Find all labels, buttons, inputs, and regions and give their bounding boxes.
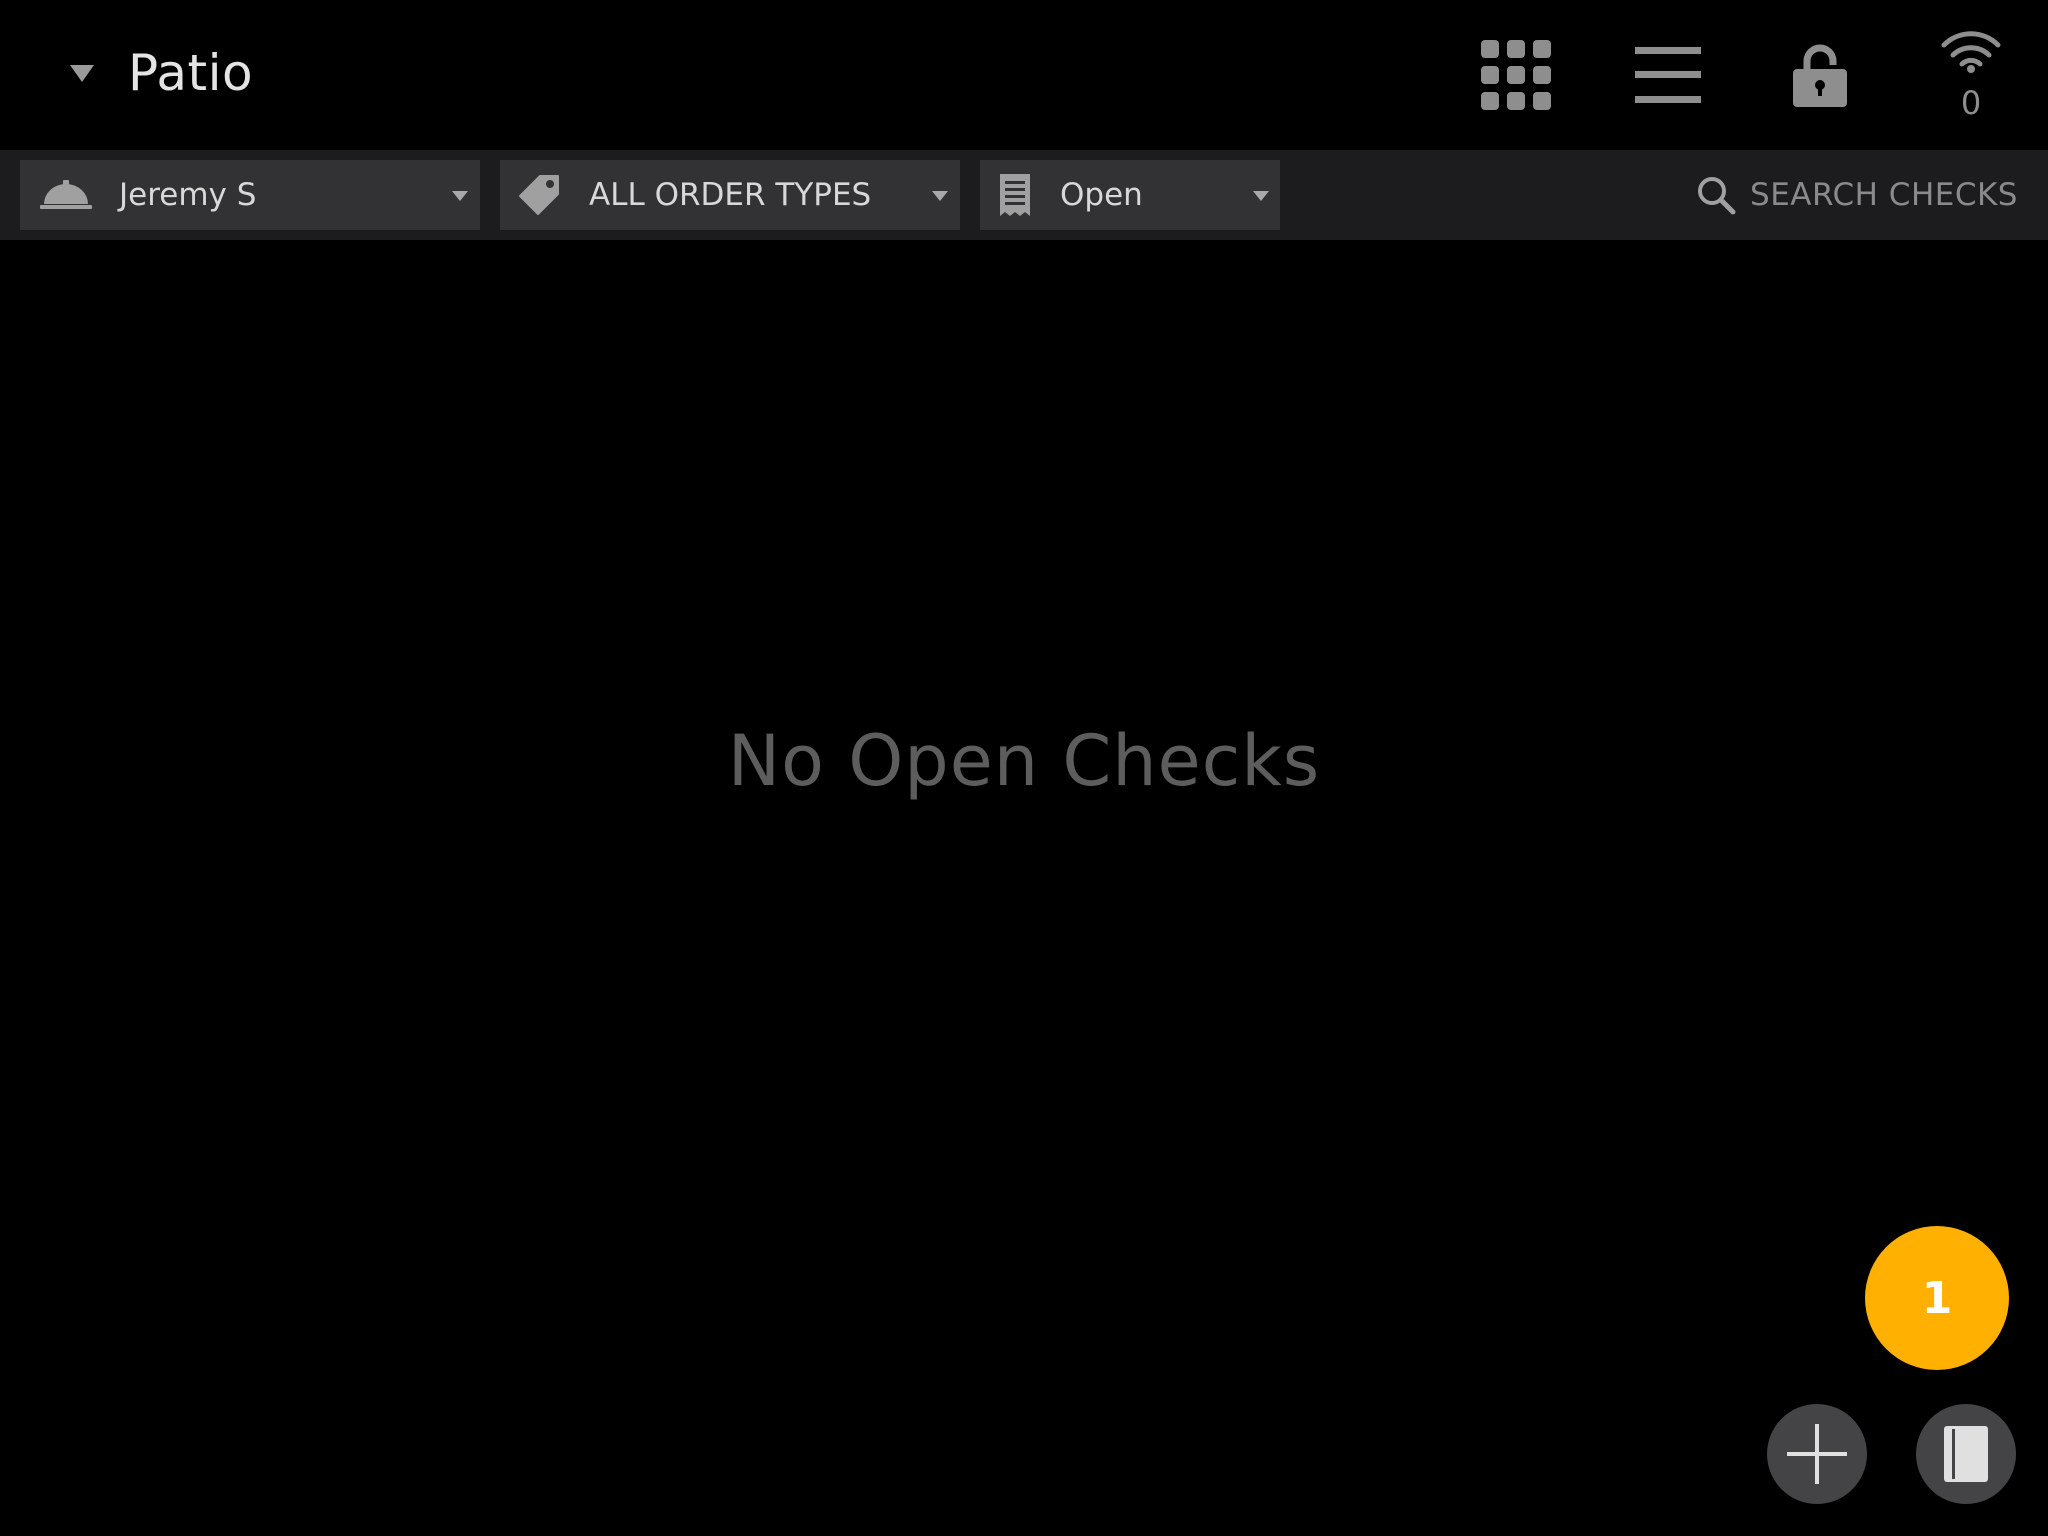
lock-icon[interactable]	[1776, 0, 1864, 150]
hamburger-menu-icon[interactable]	[1624, 0, 1712, 150]
tag-icon	[518, 160, 560, 230]
server-filter-dropdown[interactable]: Jeremy S	[20, 160, 480, 230]
offline-count: 0	[1960, 84, 1982, 122]
filter-bar: Jeremy S ALL ORDER TYPES Open SEARCH CHE…	[0, 150, 2048, 240]
area-selector[interactable]: Patio	[64, 30, 253, 116]
connection-status[interactable]: 0	[1928, 30, 2014, 130]
server-filter-label: Jeremy S	[119, 177, 257, 213]
status-filter-label: Open	[1060, 177, 1143, 213]
receipt-icon	[1000, 160, 1030, 230]
top-header: Patio 0	[0, 0, 2048, 150]
empty-state-message: No Open Checks	[727, 720, 1321, 802]
notification-badge-button[interactable]: 1	[1865, 1226, 2009, 1370]
chevron-down-icon	[452, 191, 468, 201]
toggle-panel-button[interactable]	[1916, 1404, 2016, 1504]
panel-icon	[1944, 1426, 1988, 1482]
search-icon	[1698, 177, 1736, 215]
service-bell-icon	[40, 160, 92, 230]
wifi-icon	[1941, 31, 2001, 73]
order-type-filter-dropdown[interactable]: ALL ORDER TYPES	[500, 160, 960, 230]
search-checks-input[interactable]: SEARCH CHECKS	[1696, 160, 2018, 230]
chevron-down-icon	[932, 191, 948, 201]
chevron-down-icon	[1253, 191, 1269, 201]
add-check-button[interactable]	[1767, 1404, 1867, 1504]
area-title: Patio	[128, 44, 254, 102]
grid-icon[interactable]	[1472, 0, 1560, 150]
order-type-filter-label: ALL ORDER TYPES	[589, 177, 872, 213]
plus-icon	[1787, 1424, 1847, 1484]
search-checks-placeholder: SEARCH CHECKS	[1750, 177, 2018, 213]
caret-down-icon	[70, 64, 94, 82]
status-filter-dropdown[interactable]: Open	[980, 160, 1280, 230]
